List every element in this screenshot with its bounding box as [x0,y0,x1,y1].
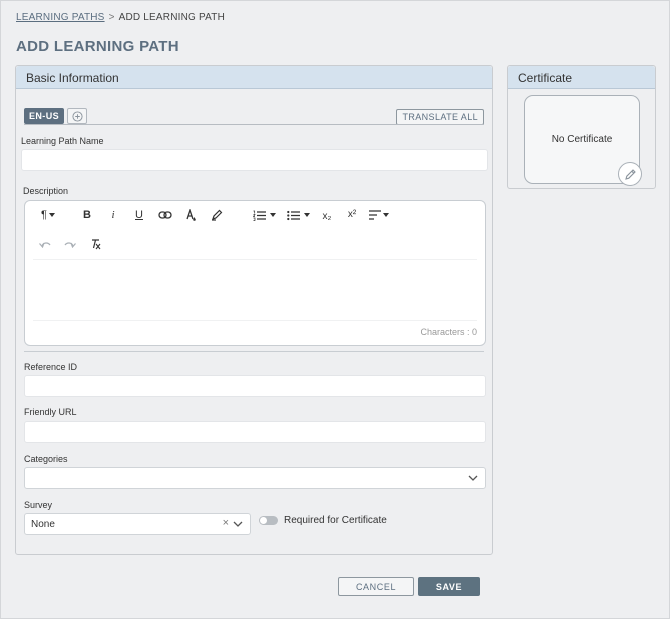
clear-formatting-icon [92,239,101,250]
breadcrumb-separator: > [108,12,115,23]
description-editor: ¶ B i U x₂ x² Characters: 0 [24,200,486,346]
redo-icon [64,242,76,248]
certificate-header: Certificate [508,66,655,89]
page-title: ADD LEARNING PATH [16,38,179,55]
chevron-down-icon [269,213,276,217]
breadcrumb-current: ADD LEARNING PATH [118,12,225,23]
superscript-button[interactable]: x² [344,206,360,222]
reference-id-label: Reference ID [24,362,78,372]
chevron-down-icon [48,213,55,217]
character-count: Characters : 0 [420,327,477,337]
align-left-icon [369,210,381,220]
undo-button[interactable] [37,236,53,252]
plus-circle-icon [71,110,83,122]
paragraph-icon: ¶ [41,209,47,221]
friendly-url-label: Friendly URL [24,407,77,417]
translate-all-button[interactable]: TRANSLATE ALL [396,109,484,125]
underline-button[interactable]: U [132,207,146,223]
certificate-panel: Certificate No Certificate [507,65,656,189]
align-button[interactable] [368,207,390,223]
subscript-button[interactable]: x₂ [319,208,335,224]
clear-formatting-button[interactable] [88,236,104,252]
toggle-knob [260,517,267,524]
required-for-certificate: Required for Certificate [259,515,387,526]
breadcrumb-link-learning-paths[interactable]: LEARNING PATHS [16,12,105,23]
undo-icon [39,242,51,248]
learning-path-name-label: Learning Path Name [21,136,104,146]
bold-button[interactable]: B [80,207,94,223]
pencil-icon [624,168,636,180]
ordered-list-button[interactable] [251,207,277,223]
chevron-down-icon [233,521,243,527]
survey-select[interactable]: None × [24,513,251,535]
chevron-down-icon [383,213,389,217]
chevron-down-icon [468,475,478,481]
required-for-certificate-toggle[interactable] [259,516,278,525]
bullet-list-icon [286,210,300,220]
learning-path-name-input[interactable] [21,149,488,171]
basic-information-header: Basic Information [16,66,492,89]
no-certificate-text: No Certificate [551,134,613,145]
paragraph-format-button[interactable]: ¶ [37,207,59,223]
categories-select[interactable] [24,467,486,489]
italic-button[interactable]: i [106,207,120,223]
cancel-button[interactable]: CANCEL [338,577,414,596]
survey-value: None [31,518,55,530]
link-button[interactable] [157,207,173,223]
breadcrumb: LEARNING PATHS > ADD LEARNING PATH [16,12,225,23]
basic-information-panel: Basic Information EN-US TRANSLATE ALL Le… [15,65,493,555]
reference-id-input[interactable] [24,375,486,397]
text-color-icon [186,208,196,221]
save-button[interactable]: SAVE [418,577,480,596]
friendly-url-input[interactable] [24,421,486,443]
add-language-button[interactable] [67,108,88,124]
required-for-certificate-label: Required for Certificate [284,515,387,526]
text-color-button[interactable] [183,207,199,223]
description-text-area[interactable] [33,259,477,321]
clear-selection-icon[interactable]: × [223,517,229,529]
language-tabs: EN-US [24,108,88,124]
redo-button[interactable] [62,236,78,252]
unordered-list-button[interactable] [285,207,311,223]
edit-certificate-button[interactable] [618,162,642,186]
highlighter-icon [212,209,223,221]
highlight-button[interactable] [209,207,225,223]
description-label: Description [23,186,69,196]
language-tabs-divider [24,124,484,125]
survey-label: Survey [24,500,53,510]
link-icon [158,211,172,219]
tab-en-us[interactable]: EN-US [24,108,65,124]
categories-label: Categories [24,454,68,464]
section-divider [24,351,484,352]
chevron-down-icon [303,213,310,217]
ordered-list-icon [252,210,266,221]
editor-toolbar: ¶ B i U x₂ x² [25,201,485,259]
